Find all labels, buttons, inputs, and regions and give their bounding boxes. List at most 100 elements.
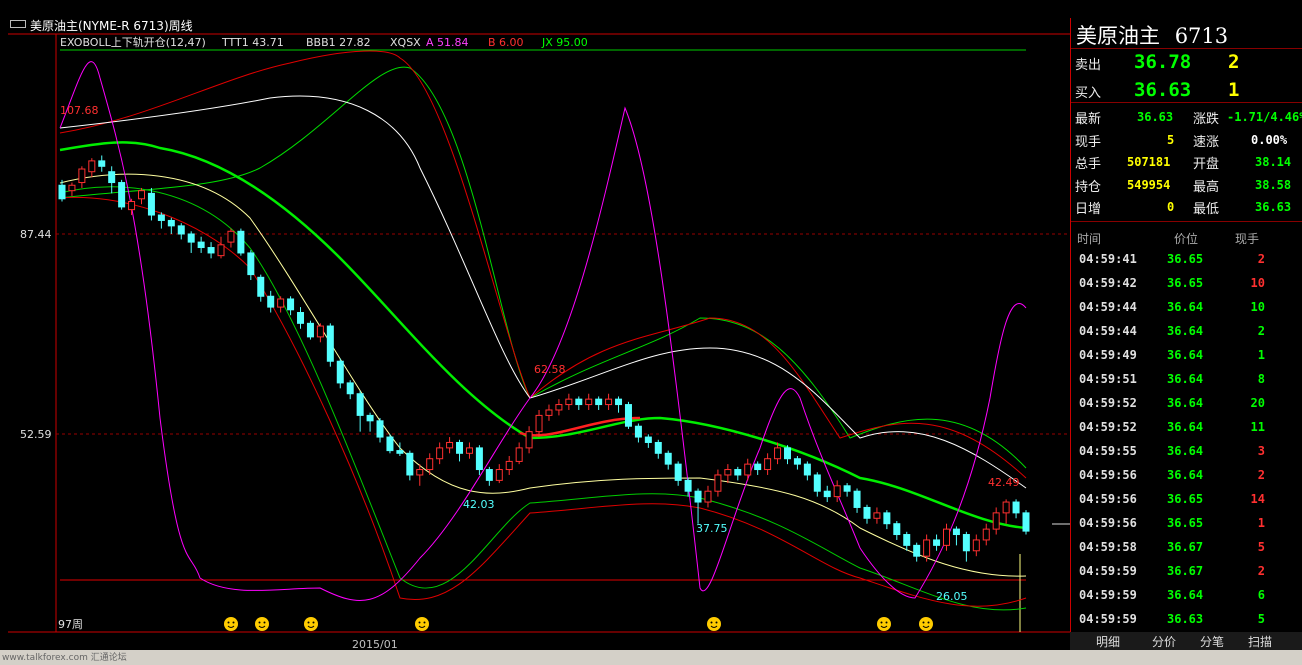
tick-row[interactable]: 04:59:58 36.67 5 (1071, 536, 1302, 560)
tick-row[interactable]: 04:59:42 36.65 10 (1071, 272, 1302, 296)
tick-price: 36.65 (1167, 492, 1204, 506)
candle-body (426, 458, 434, 471)
quote-panel: 美原油主 6713 卖出 36.78 2 买入 36.63 1 最新 36.63… (1070, 18, 1302, 650)
candle-body (465, 447, 473, 454)
candle-body (913, 544, 921, 557)
tab-price[interactable]: 分价 (1152, 633, 1176, 650)
tick-row[interactable]: 04:59:59 36.67 2 (1071, 560, 1302, 584)
candle-body (575, 398, 583, 406)
candle-body (257, 276, 265, 297)
candle-body (525, 431, 533, 449)
candle-body (754, 463, 762, 471)
daily-label: 日增 (1075, 202, 1102, 217)
candle-body (535, 414, 543, 433)
tick-time: 04:59:58 (1079, 540, 1137, 554)
smiley-icon (707, 617, 721, 631)
tick-time: 04:59:59 (1079, 612, 1137, 626)
candle-body (217, 244, 225, 257)
tick-row[interactable]: 04:59:44 36.64 2 (1071, 320, 1302, 344)
tick-price: 36.64 (1167, 420, 1204, 434)
buy-volume: 1 (1228, 79, 1240, 101)
candle-body (108, 171, 116, 184)
tick-row[interactable]: 04:59:56 36.65 14 (1071, 488, 1302, 512)
candle-body (98, 160, 106, 167)
candle-body (565, 398, 573, 406)
y-label-87: 87.44 (20, 228, 52, 241)
tick-volume: 5 (1257, 612, 1265, 626)
candle-body (58, 184, 66, 200)
tick-header-time: 时间 (1077, 232, 1102, 246)
candle-body (306, 322, 314, 338)
tick-time: 04:59:59 (1079, 588, 1137, 602)
candle-body (992, 512, 1000, 530)
smiley-icons (224, 617, 933, 631)
tick-time: 04:59:59 (1079, 564, 1137, 578)
candle-body (267, 295, 275, 308)
tick-header-volume: 现手 (1235, 232, 1260, 246)
kline-chart[interactable]: EXOBOLL上下轨开仓(12,47) TTT1 43.71 BBB1 27.8… (0, 18, 1070, 653)
tick-time: 04:59:55 (1079, 444, 1137, 458)
candle-body (386, 436, 394, 452)
tick-price: 36.64 (1167, 444, 1204, 458)
tick-row[interactable]: 04:59:44 36.64 10 (1071, 296, 1302, 320)
ma-line-green (59, 141, 1027, 530)
tick-volume: 11 (1250, 420, 1265, 434)
candle-body (813, 474, 821, 492)
annotation-low-2: 37.75 (696, 522, 728, 535)
candle-body (744, 463, 752, 476)
tick-volume: 20 (1250, 396, 1265, 410)
candle-body (1012, 501, 1020, 514)
tick-row[interactable]: 04:59:59 36.63 5 (1071, 608, 1302, 632)
candle-body (605, 398, 613, 406)
tick-volume: 1 (1257, 516, 1265, 530)
tick-time: 04:59:49 (1079, 348, 1137, 362)
tick-row[interactable]: 04:59:51 36.64 8 (1071, 368, 1302, 392)
quote-title: 美原油主 6713 (1076, 20, 1228, 50)
tick-time: 04:59:42 (1079, 276, 1137, 290)
tick-price: 36.64 (1167, 372, 1204, 386)
tick-row[interactable]: 04:59:56 36.65 1 (1071, 512, 1302, 536)
indicator-xqsx: XQSX (390, 36, 421, 49)
tick-row[interactable]: 04:59:41 36.65 2 (1071, 248, 1302, 272)
candle-body (1002, 501, 1010, 514)
tick-volume: 2 (1257, 252, 1265, 266)
tick-time: 04:59:52 (1079, 420, 1137, 434)
candle-body (336, 360, 344, 384)
candle-body (644, 436, 652, 443)
tick-price: 36.63 (1167, 612, 1204, 626)
tick-volume: 14 (1250, 492, 1265, 506)
tick-time: 04:59:56 (1079, 492, 1137, 506)
tick-volume: 10 (1250, 300, 1265, 314)
candle-body (883, 512, 891, 525)
tab-ticks[interactable]: 分笔 (1200, 633, 1224, 650)
tick-time: 04:59:51 (1079, 372, 1137, 386)
tick-row[interactable]: 04:59:52 36.64 11 (1071, 416, 1302, 440)
tab-detail[interactable]: 明细 (1096, 633, 1120, 650)
tick-volume: 8 (1257, 372, 1265, 386)
tick-price: 36.67 (1167, 564, 1204, 578)
tick-row[interactable]: 04:59:55 36.64 3 (1071, 440, 1302, 464)
candle-body (147, 192, 155, 216)
candle-body (823, 490, 831, 498)
contract-name: 美原油主 (1076, 24, 1160, 48)
candle-body (803, 463, 811, 476)
tick-row[interactable]: 04:59:59 36.64 6 (1071, 584, 1302, 608)
candle-body (227, 230, 235, 243)
smiley-icon (919, 617, 933, 631)
tick-volume: 5 (1257, 540, 1265, 554)
annotation-low-3: 26.05 (936, 590, 968, 603)
low-value: 36.63 (1255, 200, 1292, 214)
candle-body (843, 485, 851, 492)
tick-time: 04:59:41 (1079, 252, 1137, 266)
tick-row[interactable]: 04:59:56 36.64 2 (1071, 464, 1302, 488)
tab-scan[interactable]: 扫描 (1248, 633, 1272, 650)
annotation-low-1: 42.03 (463, 498, 495, 511)
footer-watermark: www.talkforex.com 汇通论坛 (2, 653, 127, 663)
speed-label: 速涨 (1193, 135, 1220, 150)
tick-row[interactable]: 04:59:52 36.64 20 (1071, 392, 1302, 416)
tick-volume: 2 (1257, 324, 1265, 338)
total-value: 507181 (1127, 155, 1171, 169)
high-value: 38.58 (1255, 178, 1292, 192)
tick-row[interactable]: 04:59:49 36.64 1 (1071, 344, 1302, 368)
change-value: -1.71/4.46% (1227, 110, 1302, 124)
